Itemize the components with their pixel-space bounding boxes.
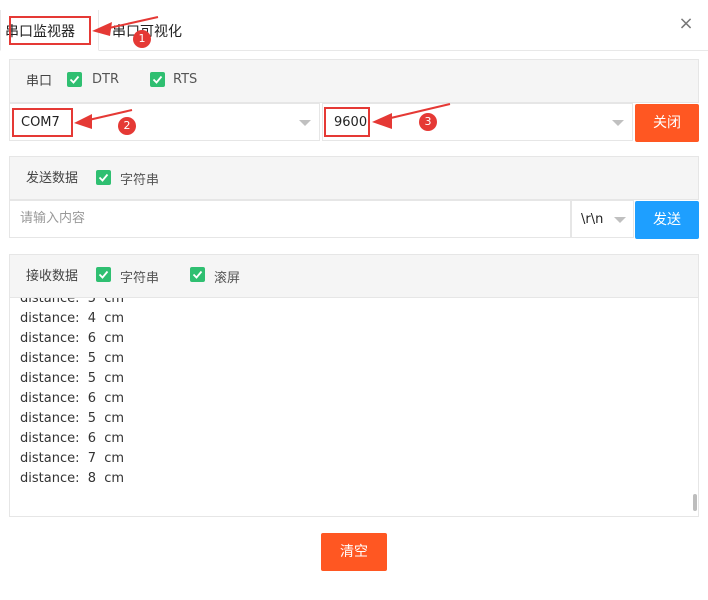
annotation-arrows [74, 16, 451, 129]
annotation-badge-3: 3 [419, 113, 437, 131]
annotation-badge-2: 2 [118, 117, 136, 135]
annotation-badge-1: 1 [133, 30, 151, 48]
arrow-3 [372, 103, 451, 129]
